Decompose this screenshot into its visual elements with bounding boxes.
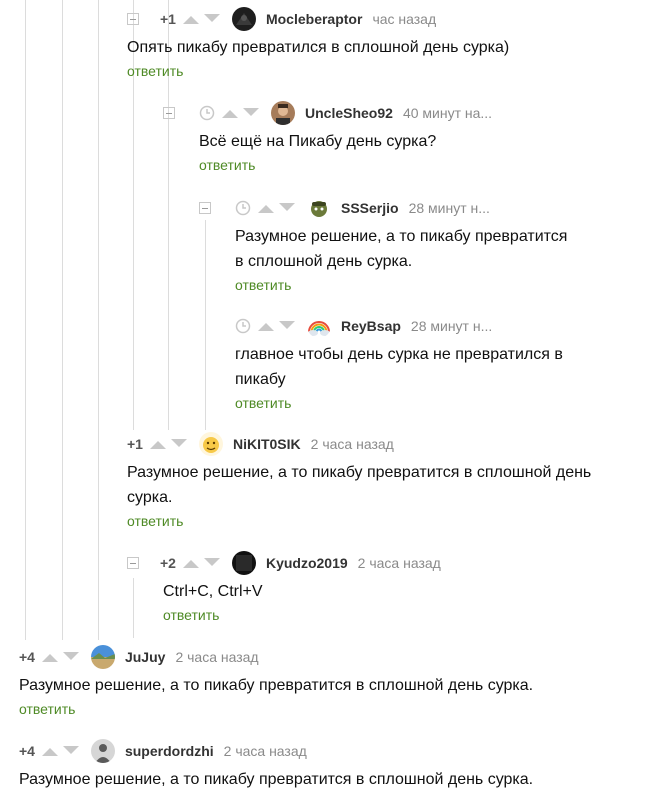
comment-author[interactable]: Mocleberaptor xyxy=(266,11,362,27)
vote-controls xyxy=(41,746,83,756)
comment: +4 JuJuy 2 часа назад Разумное решение, … xyxy=(19,645,619,719)
comment-header: SSSerjio 28 минут н... xyxy=(199,196,580,220)
downvote-icon[interactable] xyxy=(203,558,221,568)
upvote-icon[interactable] xyxy=(41,746,59,756)
upvote-icon[interactable] xyxy=(257,321,275,331)
collapse-icon[interactable] xyxy=(199,202,211,214)
comment-text: Разумное решение, а то пикабу превратитс… xyxy=(19,771,534,788)
comment-rating: +1 xyxy=(160,11,176,27)
reply-link[interactable]: ответить xyxy=(163,607,219,623)
comment-author[interactable]: UncleSheo92 xyxy=(305,105,393,121)
upvote-icon[interactable] xyxy=(257,203,275,213)
downvote-icon[interactable] xyxy=(242,108,260,118)
comment: +1 NiKIT0SIK 2 часа назад Разумное решен… xyxy=(127,432,617,531)
comment-time: 2 часа назад xyxy=(357,555,441,571)
comment-author[interactable]: NiKIT0SIK xyxy=(233,436,301,452)
comment-header: ReyBsap 28 минут н... xyxy=(235,314,580,338)
reply-link[interactable]: ответить xyxy=(235,395,291,411)
avatar[interactable] xyxy=(307,196,331,220)
comment-text: Разумное решение, а то пикабу превратитс… xyxy=(19,677,534,694)
avatar[interactable] xyxy=(231,7,256,31)
comment-rating: +4 xyxy=(19,649,35,665)
comment-header: +4 superdordzhi 2 часа назад xyxy=(19,739,619,763)
comment-text: Ctrl+C, Ctrl+V xyxy=(163,583,263,600)
avatar[interactable] xyxy=(271,101,295,125)
downvote-icon[interactable] xyxy=(62,652,80,662)
comment: +1 Mocleberaptor час назад Опять пикабу … xyxy=(127,7,597,81)
vote-controls xyxy=(182,558,224,568)
vote-controls xyxy=(182,14,224,24)
avatar[interactable] xyxy=(307,314,331,338)
reply-link[interactable]: ответить xyxy=(19,701,75,717)
comment-time: 28 минут н... xyxy=(408,200,490,216)
clock-icon xyxy=(235,318,251,334)
downvote-icon[interactable] xyxy=(203,14,221,24)
avatar[interactable] xyxy=(90,739,115,763)
downvote-icon[interactable] xyxy=(278,203,296,213)
vote-controls xyxy=(257,203,299,213)
downvote-icon[interactable] xyxy=(170,439,188,449)
clock-icon xyxy=(235,200,251,216)
comment-time: 40 минут на... xyxy=(402,105,493,121)
comment-author[interactable]: JuJuy xyxy=(125,649,165,665)
upvote-icon[interactable] xyxy=(182,14,200,24)
comment-time: 2 часа назад xyxy=(175,649,259,665)
comment-time: 2 часа назад xyxy=(310,436,394,452)
comment-time: 2 часа назад xyxy=(223,743,307,759)
collapse-icon[interactable] xyxy=(127,557,139,569)
comment-author[interactable]: ReyBsap xyxy=(341,318,401,334)
collapse-icon[interactable] xyxy=(163,107,175,119)
avatar[interactable] xyxy=(198,432,223,456)
comment-header: +1 NiKIT0SIK 2 часа назад xyxy=(127,432,617,456)
comment-rating: +1 xyxy=(127,436,143,452)
reply-link[interactable]: ответить xyxy=(235,277,291,293)
comment-rating: +2 xyxy=(160,555,176,571)
reply-link[interactable]: ответить xyxy=(127,513,183,529)
collapse-icon[interactable] xyxy=(127,13,139,25)
comment-text: Разумное решение, а то пикабу превратитс… xyxy=(127,464,592,506)
comment-header: +4 JuJuy 2 часа назад xyxy=(19,645,619,669)
comment: +4 superdordzhi 2 часа назад Разумное ре… xyxy=(19,739,619,792)
comment-time: 28 минут н... xyxy=(410,318,493,334)
comment: UncleSheo92 40 минут на... Всё ещё на Пи… xyxy=(163,101,599,175)
vote-controls xyxy=(257,321,299,331)
comment: ReyBsap 28 минут н... главное чтобы день… xyxy=(235,314,580,413)
comment-time: час назад xyxy=(372,11,437,27)
avatar[interactable] xyxy=(90,645,115,669)
reply-link[interactable]: ответить xyxy=(199,157,255,173)
comment-header: +2 Kyudzo2019 2 часа назад xyxy=(127,551,563,575)
comment-text: Всё ещё на Пикабу день сурка? xyxy=(199,133,437,150)
comment: SSSerjio 28 минут н... Разумное решение,… xyxy=(199,196,580,295)
comment-text: Разумное решение, а то пикабу превратитс… xyxy=(235,228,568,270)
comment: +2 Kyudzo2019 2 часа назад Ctrl+C, Ctrl+… xyxy=(127,551,563,625)
comment-author[interactable]: SSSerjio xyxy=(341,200,399,216)
upvote-icon[interactable] xyxy=(41,652,59,662)
reply-link[interactable]: ответить xyxy=(127,63,183,79)
vote-controls xyxy=(149,439,191,449)
upvote-icon[interactable] xyxy=(182,558,200,568)
thread-branch-line xyxy=(98,0,99,640)
thread-branch-line xyxy=(62,0,63,640)
comment-author[interactable]: Kyudzo2019 xyxy=(266,555,348,571)
upvote-icon[interactable] xyxy=(221,108,239,118)
vote-controls xyxy=(221,108,263,118)
comment-text: главное чтобы день сурка не превратился … xyxy=(235,346,563,388)
downvote-icon[interactable] xyxy=(278,321,296,331)
upvote-icon[interactable] xyxy=(149,439,167,449)
comment-text: Опять пикабу превратился в сплошной день… xyxy=(127,39,510,56)
comment-header: UncleSheo92 40 минут на... xyxy=(163,101,599,125)
comment-header: +1 Mocleberaptor час назад xyxy=(127,7,597,31)
downvote-icon[interactable] xyxy=(62,746,80,756)
comment-rating: +4 xyxy=(19,743,35,759)
comment-author[interactable]: superdordzhi xyxy=(125,743,214,759)
avatar[interactable] xyxy=(231,551,256,575)
vote-controls xyxy=(41,652,83,662)
thread-branch-line xyxy=(25,0,26,640)
clock-icon xyxy=(199,105,215,121)
